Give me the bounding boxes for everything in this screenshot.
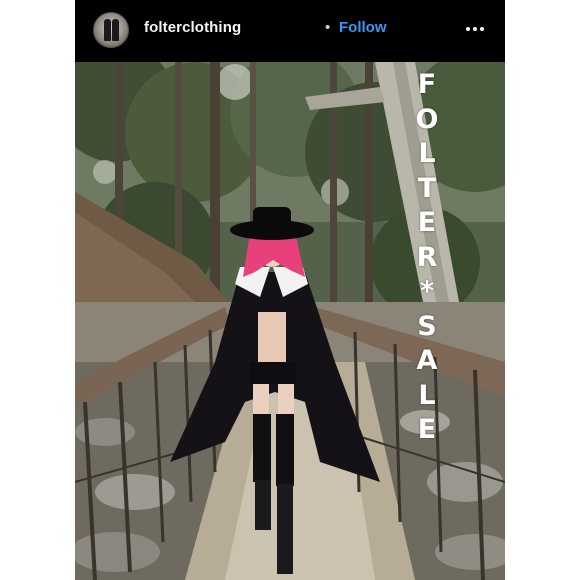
overlay-letter: T	[417, 172, 437, 204]
overlay-letter: F	[417, 69, 437, 100]
more-options-icon[interactable]	[463, 20, 487, 38]
overlay-letter: O	[415, 103, 439, 135]
instagram-post: folterclothing • Follow F O L T E R * S …	[75, 0, 505, 580]
overlay-letter: L	[418, 138, 436, 169]
separator-dot: •	[325, 19, 331, 36]
overlay-letter: A	[416, 345, 438, 376]
follow-button[interactable]: Follow	[339, 19, 387, 36]
username-link[interactable]: folterclothing	[144, 19, 241, 36]
avatar-figure	[112, 19, 119, 41]
avatar[interactable]	[93, 12, 129, 48]
overlay-letter: E	[417, 414, 437, 445]
sale-overlay-text: F O L T E R * S A L E	[407, 68, 447, 448]
post-photo[interactable]: F O L T E R * S A L E	[75, 62, 505, 580]
overlay-letter: L	[418, 379, 436, 411]
avatar-figure	[104, 19, 111, 41]
overlay-letter: E	[417, 207, 437, 238]
overlay-letter: S	[417, 310, 437, 342]
overlay-letter: *	[419, 276, 435, 307]
overlay-letter: R	[416, 241, 438, 273]
post-header: folterclothing • Follow	[75, 0, 505, 62]
